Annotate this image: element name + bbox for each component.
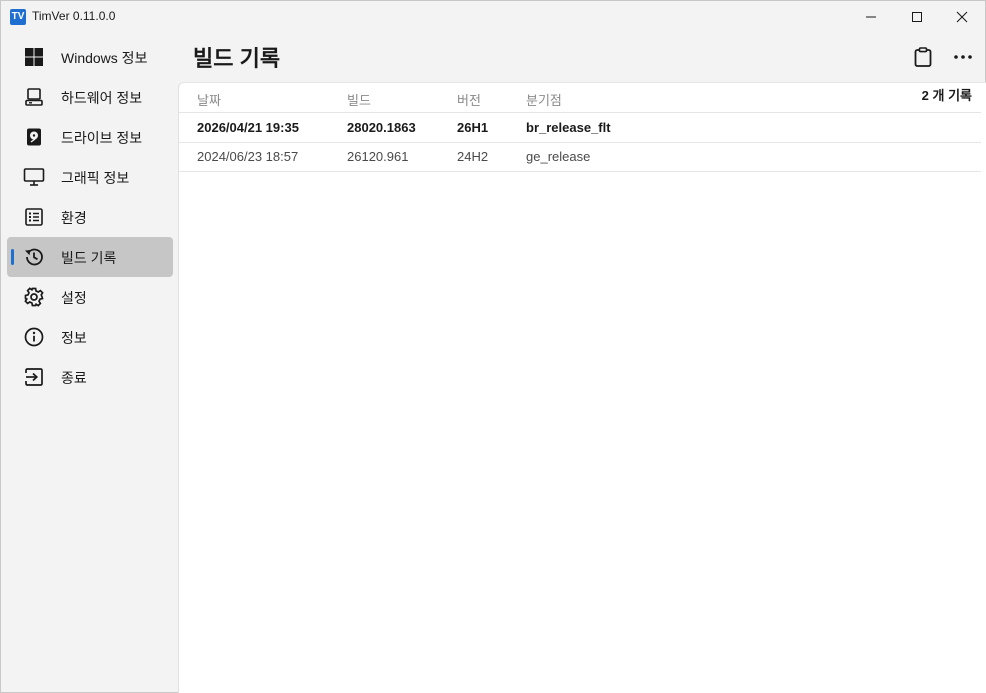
sidebar-item-settings[interactable]: 설정 xyxy=(7,277,173,317)
sidebar-item-label: 빌드 기록 xyxy=(61,250,117,266)
sidebar-item-exit[interactable]: 종료 xyxy=(7,357,173,397)
close-button[interactable] xyxy=(939,1,985,33)
windows-logo-icon xyxy=(23,46,45,68)
app-logo-icon: TV xyxy=(10,9,26,25)
hard-drive-icon xyxy=(23,126,45,148)
column-header-branch[interactable]: 분기점 xyxy=(526,90,562,109)
exit-icon xyxy=(23,366,45,388)
info-icon xyxy=(23,326,45,348)
cell-version: 26H1 xyxy=(457,120,489,135)
copy-to-clipboard-button[interactable] xyxy=(909,43,937,71)
minimize-icon xyxy=(866,16,876,18)
history-icon xyxy=(23,246,45,268)
sidebar-item-build-history[interactable]: 빌드 기록 xyxy=(7,237,173,277)
sidebar-item-graphics-info[interactable]: 그래픽 정보 xyxy=(7,157,173,197)
title-bar[interactable]: TV TimVer 0.11.0.0 xyxy=(1,1,985,33)
table-row[interactable]: 2026/04/21 19:35 28020.1863 26H1 br_rele… xyxy=(179,113,981,143)
sidebar-item-label: 환경 xyxy=(61,210,87,226)
sidebar-item-drive-info[interactable]: 드라이브 정보 xyxy=(7,117,173,157)
cell-date: 2024/06/23 18:57 xyxy=(197,149,299,164)
sidebar-item-about[interactable]: 정보 xyxy=(7,317,173,357)
computer-icon xyxy=(23,86,45,108)
selection-indicator xyxy=(11,249,14,265)
more-horizontal-icon xyxy=(954,55,972,59)
sidebar-item-label: Windows 정보 xyxy=(61,50,148,66)
build-history-panel: 2 개 기록 날짜 빌드 버전 분기점 2026/04/21 19:35 280… xyxy=(178,82,986,693)
cell-build: 26120.961 xyxy=(347,149,409,164)
sidebar-item-label: 정보 xyxy=(61,330,87,346)
app-title: TimVer 0.11.0.0 xyxy=(32,9,116,23)
app-window: TV TimVer 0.11.0.0 Windows 정보 하드웨어 정보 드라… xyxy=(0,0,986,693)
monitor-icon xyxy=(23,166,45,188)
sidebar-item-environment[interactable]: 환경 xyxy=(7,197,173,237)
table-row[interactable]: 2024/06/23 18:57 26120.961 24H2 ge_relea… xyxy=(179,142,981,172)
table-header: 날짜 빌드 버전 분기점 xyxy=(179,83,981,113)
sidebar-item-label: 드라이브 정보 xyxy=(61,130,143,146)
cell-branch: ge_release xyxy=(526,149,591,164)
cell-build: 28020.1863 xyxy=(347,120,416,135)
sidebar-item-label: 하드웨어 정보 xyxy=(61,90,143,106)
page-title: 빌드 기록 xyxy=(193,46,281,71)
maximize-button[interactable] xyxy=(894,1,940,33)
list-icon xyxy=(23,206,45,228)
maximize-icon xyxy=(912,12,922,22)
column-header-date[interactable]: 날짜 xyxy=(197,90,221,109)
sidebar-item-label: 그래픽 정보 xyxy=(61,170,130,186)
column-header-build[interactable]: 빌드 xyxy=(347,90,371,109)
sidebar-item-windows-info[interactable]: Windows 정보 xyxy=(7,37,173,77)
minimize-button[interactable] xyxy=(848,1,894,33)
close-icon xyxy=(956,11,968,23)
clipboard-icon xyxy=(914,47,932,67)
sidebar-item-hardware-info[interactable]: 하드웨어 정보 xyxy=(7,77,173,117)
gear-icon xyxy=(23,286,45,308)
sidebar-item-label: 설정 xyxy=(61,290,87,306)
more-options-button[interactable] xyxy=(949,43,977,71)
column-header-version[interactable]: 버전 xyxy=(457,90,481,109)
cell-branch: br_release_flt xyxy=(526,120,611,135)
cell-version: 24H2 xyxy=(457,149,489,164)
sidebar-item-label: 종료 xyxy=(61,370,87,386)
cell-date: 2026/04/21 19:35 xyxy=(197,120,299,135)
